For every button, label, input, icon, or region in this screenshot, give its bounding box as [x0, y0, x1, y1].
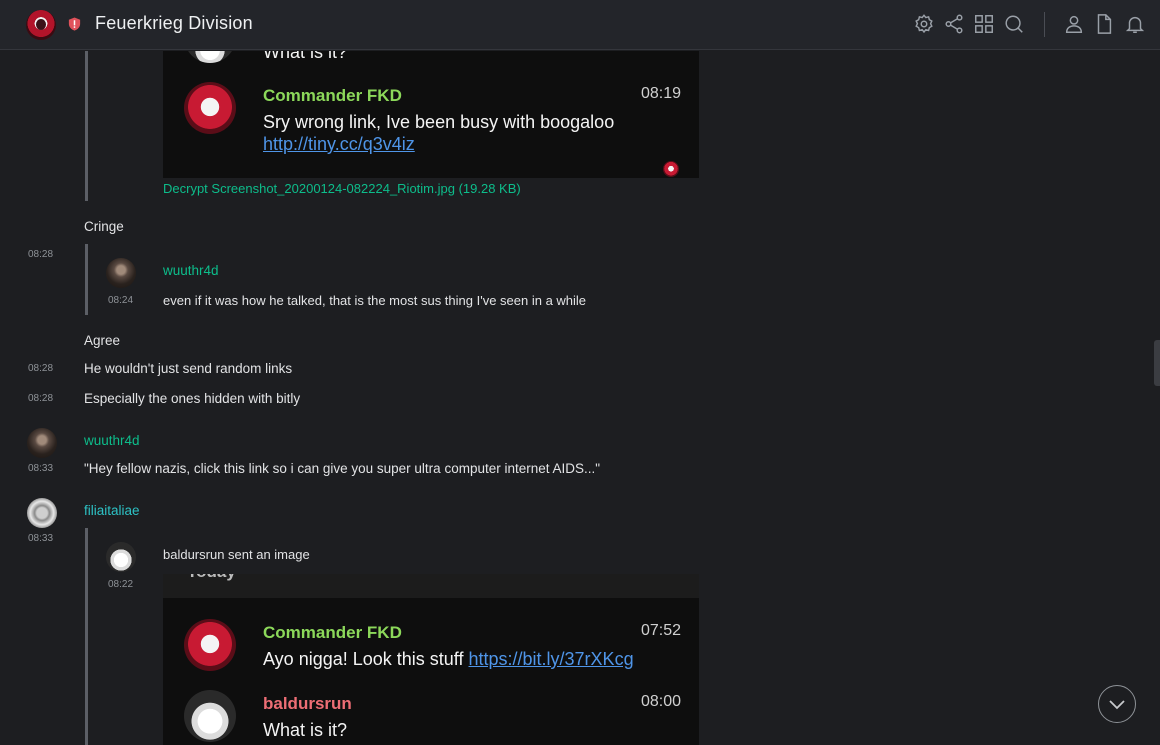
- message-timestamp: 08:28: [28, 249, 54, 260]
- shot-header: Today: [187, 574, 236, 582]
- message-text: Cringe: [84, 219, 124, 234]
- quoted-screenshot[interactable]: What is it? Commander FKD 08:19 Sry wron…: [163, 51, 699, 178]
- avatar[interactable]: [106, 258, 136, 288]
- shot-time: 08:19: [640, 85, 681, 102]
- shot-text: Sry wrong link, Ive been busy with booga…: [263, 112, 615, 132]
- quote-bar: [85, 51, 88, 201]
- chevron-down-icon: [1109, 700, 1125, 710]
- avatar[interactable]: [27, 498, 57, 528]
- quote-bar: [85, 244, 88, 315]
- shot-text: What is it?: [263, 720, 348, 740]
- shot-avatar: [184, 690, 236, 742]
- files-icon[interactable]: [1093, 13, 1115, 35]
- settings-icon[interactable]: [913, 13, 935, 35]
- shot-text: Ayo nigga! Look this stuff https://bit.l…: [263, 649, 634, 669]
- jump-to-bottom-button[interactable]: [1098, 685, 1136, 723]
- quote-text: baldursrun sent an image: [163, 547, 310, 562]
- shot-avatar: [184, 619, 236, 671]
- scrollbar-thumb[interactable]: [1154, 340, 1160, 386]
- shot-mini-avatar: [663, 161, 679, 177]
- shot-avatar: [184, 51, 236, 63]
- share-icon[interactable]: [943, 13, 965, 35]
- shot-sender: Commander FKD: [263, 86, 402, 105]
- shot-link: http://tiny.cc/q3v4iz: [263, 134, 415, 154]
- message-timeline[interactable]: What is it? Commander FKD 08:19 Sry wron…: [0, 51, 1160, 745]
- shot-time: 08:00: [640, 693, 681, 710]
- shield-icon: [68, 17, 81, 31]
- quote-sender[interactable]: wuuthr4d: [163, 263, 219, 278]
- message-text: Especially the ones hidden with bitly: [84, 391, 301, 406]
- sender-name[interactable]: filiaitaliae: [84, 503, 140, 518]
- notifications-icon[interactable]: [1124, 13, 1146, 35]
- message-timestamp: 08:28: [28, 363, 54, 374]
- shot-avatar: [184, 82, 236, 134]
- room-title[interactable]: Feuerkrieg Division: [95, 13, 253, 34]
- search-icon[interactable]: [1003, 13, 1025, 35]
- apps-grid-icon[interactable]: [973, 13, 995, 35]
- message-timestamp: 08:33: [28, 463, 54, 474]
- quoted-screenshot[interactable]: Today Commander FKD 07:52 Ayo nigga! Loo…: [163, 574, 699, 745]
- quote-text: even if it was how he talked, that is th…: [163, 293, 587, 308]
- room-avatar[interactable]: [26, 10, 56, 40]
- shot-time: 07:52: [640, 622, 681, 639]
- shot-header-band: [163, 574, 699, 598]
- quote-timestamp: 08:22: [108, 579, 134, 590]
- sender-name[interactable]: wuuthr4d: [84, 433, 140, 448]
- message-text: "Hey fellow nazis, click this link so i …: [84, 461, 601, 476]
- message-text: He wouldn't just send random links: [84, 361, 293, 376]
- quote-bar: [85, 528, 88, 745]
- message-timestamp: 08:33: [28, 533, 54, 544]
- quote-timestamp: 08:24: [108, 295, 134, 306]
- room-header: Feuerkrieg Division: [0, 0, 1160, 50]
- header-divider: [1044, 12, 1045, 37]
- message-text: Agree: [84, 333, 121, 348]
- shot-top-text: What is it?: [263, 51, 348, 62]
- avatar[interactable]: [27, 428, 57, 458]
- shot-sender: baldursrun: [263, 694, 352, 713]
- shot-sender: Commander FKD: [263, 623, 402, 642]
- avatar[interactable]: [106, 542, 136, 572]
- message-timestamp: 08:28: [28, 393, 54, 404]
- file-download-link[interactable]: Decrypt Screenshot_20200124-082224_Rioti…: [163, 181, 521, 196]
- people-icon[interactable]: [1063, 13, 1085, 35]
